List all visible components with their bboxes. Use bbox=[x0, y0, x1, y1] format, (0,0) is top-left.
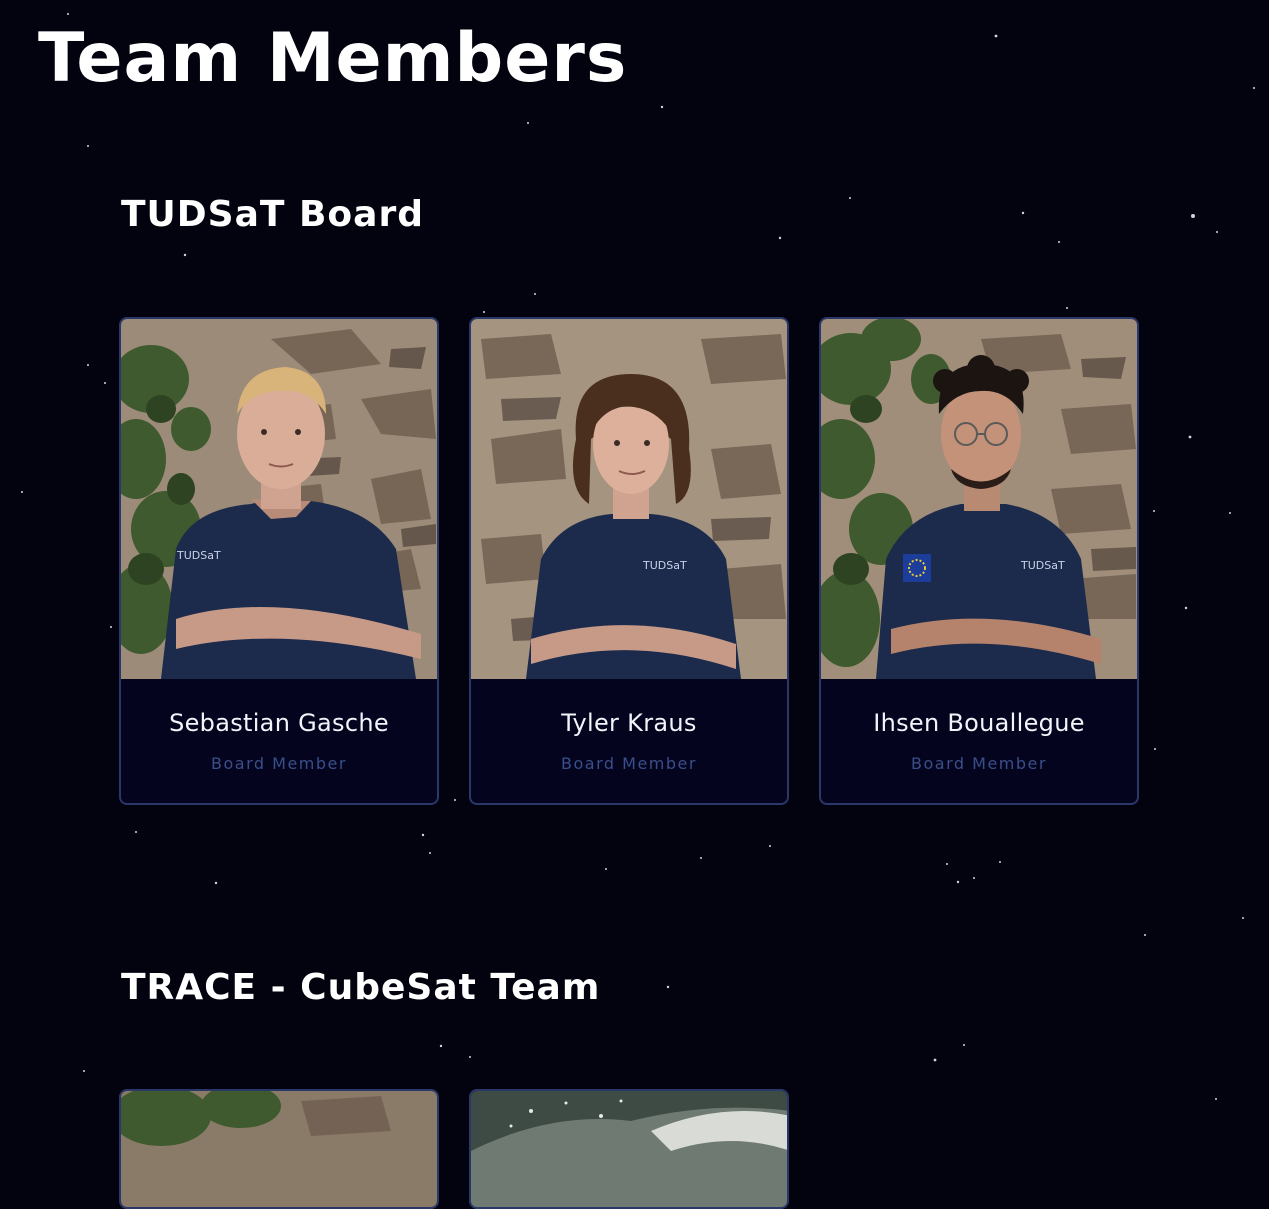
member-card[interactable]: TUDSaT Ihsen Bouallegue Board Member bbox=[819, 317, 1139, 805]
section-title-board: TUDSaT Board bbox=[121, 194, 424, 235]
member-role: Board Member bbox=[211, 754, 347, 773]
member-card[interactable]: TUDSaT Sebastian Gasche Board Member bbox=[119, 317, 439, 805]
member-photo bbox=[121, 1091, 437, 1207]
member-photo: TUDSaT bbox=[821, 319, 1137, 679]
member-card[interactable] bbox=[469, 1089, 789, 1209]
section-title-trace: TRACE - CubeSat Team bbox=[121, 967, 601, 1008]
member-role: Board Member bbox=[561, 754, 697, 773]
member-role: Board Member bbox=[911, 754, 1047, 773]
member-photo: TUDSaT bbox=[121, 319, 437, 679]
member-name: Tyler Kraus bbox=[561, 709, 697, 737]
member-card[interactable] bbox=[119, 1089, 439, 1209]
member-card[interactable]: TUDSaT Tyler Kraus Board Member bbox=[469, 317, 789, 805]
page-title: Team Members bbox=[38, 19, 628, 98]
svg-text:TUDSaT: TUDSaT bbox=[642, 559, 687, 572]
member-photo bbox=[471, 1091, 787, 1207]
svg-text:TUDSaT: TUDSaT bbox=[1020, 559, 1065, 572]
member-photo: TUDSaT bbox=[471, 319, 787, 679]
member-name: Ihsen Bouallegue bbox=[873, 709, 1085, 737]
member-name: Sebastian Gasche bbox=[169, 709, 389, 737]
svg-text:TUDSaT: TUDSaT bbox=[176, 549, 221, 562]
